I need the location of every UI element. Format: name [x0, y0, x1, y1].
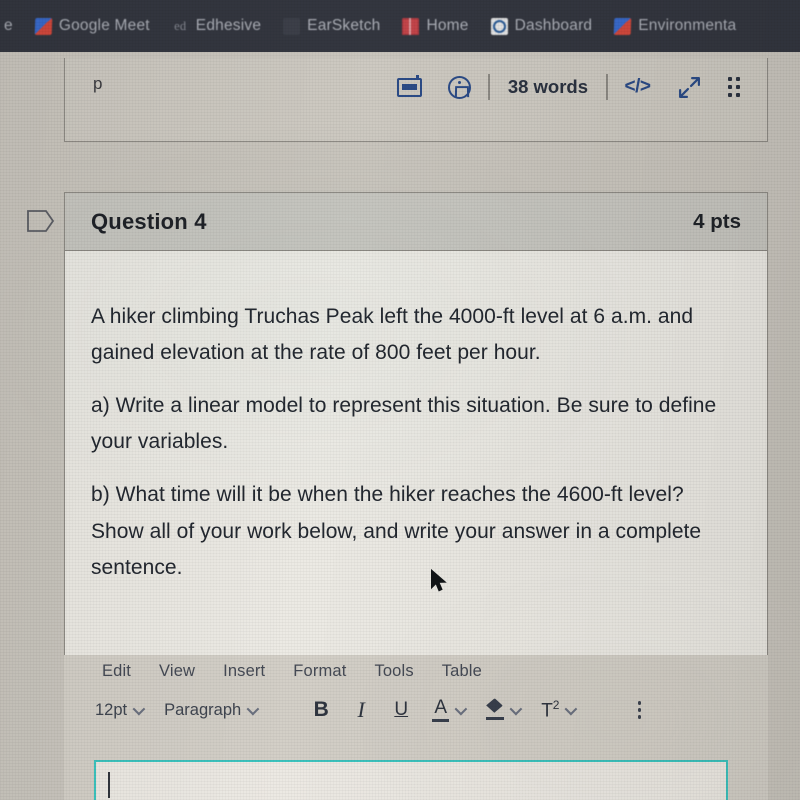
accessibility-checker-button[interactable] — [435, 70, 484, 104]
drag-handle-icon — [727, 76, 740, 98]
text-color-icon: A — [432, 696, 450, 723]
menu-insert[interactable]: Insert — [223, 662, 265, 681]
underline-button[interactable]: U — [381, 695, 421, 725]
superscript-icon: T2 — [541, 697, 560, 722]
more-options-button[interactable] — [619, 695, 659, 725]
answer-textarea[interactable] — [94, 760, 728, 800]
font-size-value: 12pt — [95, 700, 128, 719]
menu-tools[interactable]: Tools — [374, 662, 413, 681]
text-caret — [108, 772, 110, 798]
keyboard-shortcuts-button[interactable] — [384, 70, 435, 104]
toolbar-divider — [606, 74, 608, 100]
bookmark-item-environmental[interactable]: Environmenta — [603, 0, 747, 52]
earsketch-icon — [283, 17, 301, 35]
bookmark-item-edhesive[interactable]: ed Edhesive — [161, 0, 272, 52]
fullscreen-button[interactable] — [664, 70, 715, 104]
editor-format-toolbar: 12pt Paragraph B I U A T2 — [64, 687, 768, 733]
bold-button[interactable]: B — [301, 695, 341, 725]
question-text-part-a: a) Write a linear model to represent thi… — [91, 394, 717, 454]
bookmark-flag-icon — [27, 210, 55, 232]
chevron-down-icon — [132, 702, 146, 715]
element-path-indicator[interactable]: p — [93, 74, 102, 94]
bookmark-label: Google Meet — [58, 17, 150, 34]
text-color-dropdown[interactable]: A — [421, 695, 475, 725]
question-title: Question 4 — [91, 208, 207, 234]
chevron-down-icon — [454, 702, 468, 715]
expand-arrows-icon — [678, 76, 700, 98]
question-body: A hiker climbing Truchas Peak left the 4… — [65, 251, 767, 661]
code-tag-icon: </> — [624, 76, 651, 97]
editor-status-panel: p 38 words </> — [64, 58, 768, 142]
google-meet-icon — [34, 17, 53, 35]
font-size-dropdown[interactable]: 12pt — [84, 695, 153, 725]
bookmark-item-dashboard[interactable]: Dashboard — [480, 0, 604, 52]
highlight-color-dropdown[interactable] — [475, 695, 530, 725]
menu-format[interactable]: Format — [293, 662, 346, 681]
home-book-icon — [402, 17, 420, 35]
bookmark-item-google-meet[interactable]: Google Meet — [24, 0, 161, 52]
dashboard-icon — [490, 17, 508, 35]
browser-bookmarks-bar: e Google Meet ed Edhesive EarSketch Home… — [0, 0, 800, 52]
bookmark-item-home[interactable]: Home — [391, 0, 479, 52]
keyboard-icon — [397, 74, 423, 97]
question-text-part-b: b) What time will it be when the hiker r… — [91, 483, 702, 579]
chevron-down-icon — [565, 702, 578, 715]
editor-menubar: Edit View Insert Format Tools Table — [64, 655, 768, 687]
accessibility-checker-icon — [448, 75, 472, 99]
bookmark-label: Home — [426, 17, 469, 34]
resize-drag-handle[interactable] — [715, 70, 754, 104]
bookmark-label: e — [4, 17, 13, 34]
bookmark-label: Edhesive — [195, 17, 262, 34]
bookmark-item-partial[interactable]: e — [0, 0, 24, 52]
menu-table[interactable]: Table — [442, 662, 482, 681]
highlight-color-icon — [486, 700, 505, 720]
html-editor-button[interactable]: </> — [612, 70, 664, 104]
chevron-down-icon — [246, 702, 260, 715]
block-format-value: Paragraph — [164, 700, 242, 719]
edhesive-icon: ed — [174, 18, 187, 33]
block-format-dropdown[interactable]: Paragraph — [153, 695, 267, 725]
environmental-icon — [613, 17, 632, 35]
bookmark-label: EarSketch — [307, 17, 381, 34]
bookmark-label: Dashboard — [514, 17, 593, 34]
superscript-dropdown[interactable]: T2 — [530, 695, 585, 725]
question-container: Question 4 4 pts A hiker climbing Trucha… — [64, 192, 768, 662]
more-options-icon — [637, 700, 642, 720]
bookmark-label: Environmenta — [638, 17, 737, 34]
bookmark-item-earsketch[interactable]: EarSketch — [272, 0, 391, 52]
text-color-letter: A — [434, 696, 448, 718]
question-text-intro: A hiker climbing Truchas Peak left the 4… — [91, 305, 694, 365]
question-header: Question 4 4 pts — [65, 193, 767, 251]
italic-button[interactable]: I — [341, 695, 381, 725]
question-points: 4 pts — [693, 209, 741, 233]
toolbar-divider — [488, 74, 490, 100]
menu-edit[interactable]: Edit — [102, 662, 131, 681]
screen-photo: e Google Meet ed Edhesive EarSketch Home… — [0, 0, 800, 800]
question-flag-button[interactable] — [26, 208, 56, 234]
word-count-label: 38 words — [507, 76, 589, 97]
editor-status-toolbar: 38 words </> — [384, 70, 753, 104]
chevron-down-icon — [509, 702, 523, 715]
menu-view[interactable]: View — [159, 662, 195, 681]
